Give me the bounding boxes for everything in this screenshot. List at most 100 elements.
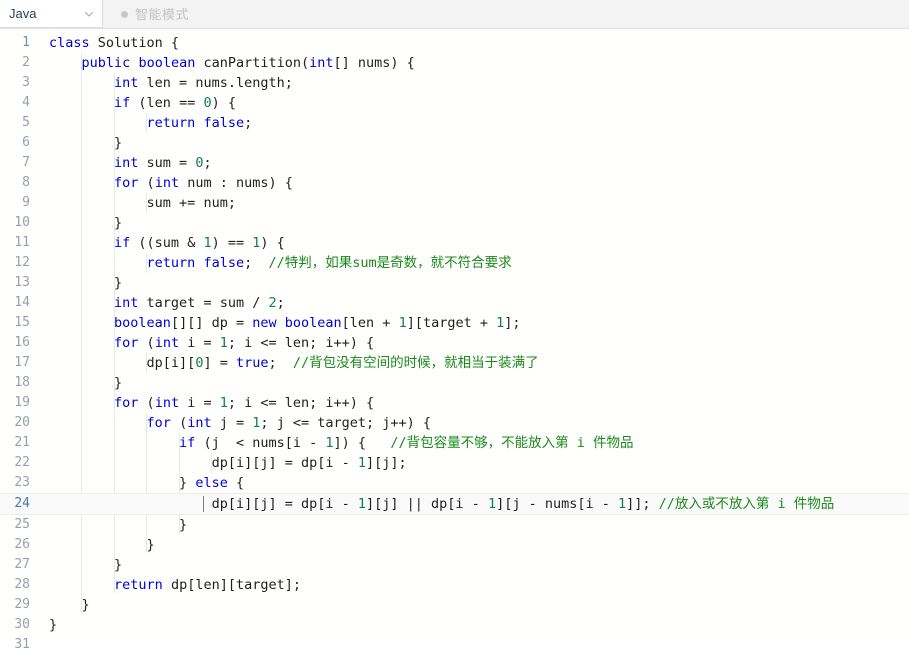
code-line-content[interactable]: dp[i][0] = true; //背包没有空间的时候，就相当于装满了	[40, 353, 909, 373]
code-line[interactable]: 19 for (int i = 1; i <= len; i++) {	[0, 393, 909, 413]
code-token-pl: ((sum &	[130, 235, 204, 251]
code-line-content[interactable]: boolean[][] dp = new boolean[len + 1][ta…	[40, 313, 909, 333]
code-line[interactable]: 14 int target = sum / 2;	[0, 293, 909, 313]
code-line[interactable]: 3 int len = nums.length;	[0, 73, 909, 93]
code-token-kw: return	[114, 577, 163, 593]
code-line-content[interactable]: int sum = 0;	[40, 153, 909, 173]
code-line-content[interactable]: int len = nums.length;	[40, 73, 909, 93]
code-token-kw: true	[235, 355, 269, 371]
code-line-content[interactable]: class Solution {	[40, 33, 909, 53]
code-line[interactable]: 31	[0, 635, 909, 650]
code-line-content[interactable]: for (int i = 1; i <= len; i++) {	[40, 393, 909, 413]
code-line-content[interactable]	[40, 635, 909, 650]
code-line-content[interactable]: }	[40, 273, 909, 293]
code-line[interactable]: 26 }	[0, 535, 909, 555]
language-selector[interactable]: Java	[0, 0, 103, 28]
code-line[interactable]: 24 dp[i][j] = dp[i - 1][j] || dp[i - 1][…	[0, 493, 909, 515]
status-dot-icon	[121, 10, 128, 18]
code-line[interactable]: 18 }	[0, 373, 909, 393]
code-line-content[interactable]: for (int j = 1; j <= target; j++) {	[40, 413, 909, 433]
code-token-pl: i =	[179, 395, 220, 411]
code-line[interactable]: 13 }	[0, 273, 909, 293]
code-line-content[interactable]: for (int num : nums) {	[40, 173, 909, 193]
code-token-pl: sum += num;	[146, 195, 236, 211]
code-line[interactable]: 2 public boolean canPartition(int[] nums…	[0, 53, 909, 73]
code-line-content[interactable]: }	[40, 213, 909, 233]
code-line[interactable]: 12 return false; //特判，如果sum是奇数，就不符合要求	[0, 253, 909, 273]
code-line[interactable]: 22 dp[i][j] = dp[i - 1][j];	[0, 453, 909, 473]
line-number: 23	[14, 475, 30, 490]
code-line-content[interactable]: } else {	[40, 473, 909, 493]
code-line-content[interactable]: if (j < nums[i - 1]) { //背包容量不够，不能放入第 i …	[40, 433, 909, 453]
code-line[interactable]: 6 }	[0, 133, 909, 153]
code-line[interactable]: 16 for (int i = 1; i <= len; i++) {	[0, 333, 909, 353]
code-line[interactable]: 15 boolean[][] dp = new boolean[len + 1]…	[0, 313, 909, 333]
code-line-content[interactable]: if (len == 0) {	[40, 93, 909, 113]
code-line[interactable]: 8 for (int num : nums) {	[0, 173, 909, 193]
code-token-kw: boolean	[114, 315, 171, 331]
code-token-pl: ; i <= len; i++) {	[227, 335, 375, 351]
text-caret	[203, 496, 205, 512]
line-number: 25	[14, 517, 30, 532]
code-line-content[interactable]: }	[40, 555, 909, 575]
code-line[interactable]: 5 return false;	[0, 113, 909, 133]
code-token-cmt: //背包没有空间的时候，就相当于装满了	[292, 355, 539, 371]
code-line[interactable]: 29 }	[0, 595, 909, 615]
line-number: 28	[14, 577, 30, 592]
code-line-content[interactable]: for (int i = 1; i <= len; i++) {	[40, 333, 909, 353]
code-line-content[interactable]: int target = sum / 2;	[40, 293, 909, 313]
code-line[interactable]: 21 if (j < nums[i - 1]) { //背包容量不够，不能放入第…	[0, 433, 909, 453]
code-line[interactable]: 17 dp[i][0] = true; //背包没有空间的时候，就相当于装满了	[0, 353, 909, 373]
code-line-content[interactable]: }	[40, 133, 909, 153]
code-token-cmt: //背包容量不够，不能放入第 i 件物品	[390, 435, 634, 451]
code-line[interactable]: 20 for (int j = 1; j <= target; j++) {	[0, 413, 909, 433]
code-token-kw: return	[146, 255, 196, 271]
code-token-num: 1	[219, 335, 228, 351]
code-line-content[interactable]: }	[40, 535, 909, 555]
code-line[interactable]: 9 sum += num;	[0, 193, 909, 213]
code-line[interactable]: 7 int sum = 0;	[0, 153, 909, 173]
code-line-content[interactable]: return false; //特判，如果sum是奇数，就不符合要求	[40, 253, 909, 273]
code-line-content[interactable]: dp[i][j] = dp[i - 1][j];	[40, 453, 909, 473]
code-token-pl: {	[227, 475, 245, 491]
code-line[interactable]: 4 if (len == 0) {	[0, 93, 909, 113]
code-line[interactable]: 28 return dp[len][target];	[0, 575, 909, 595]
code-line[interactable]: 11 if ((sum & 1) == 1) {	[0, 233, 909, 253]
line-number: 16	[14, 335, 30, 350]
code-token-pl: }	[114, 557, 123, 573]
code-line-content[interactable]: return false;	[40, 113, 909, 133]
code-token-pl: [] nums) {	[333, 55, 415, 71]
code-lines[interactable]: 1 class Solution {2 public boolean canPar…	[0, 29, 909, 650]
code-editor[interactable]: 1 class Solution {2 public boolean canPar…	[0, 29, 909, 650]
code-token-cmt: //放入或不放入第 i 件物品	[658, 496, 835, 512]
code-line-content[interactable]: if ((sum & 1) == 1) {	[40, 233, 909, 253]
code-line[interactable]: 25 }	[0, 515, 909, 535]
code-line-content[interactable]: dp[i][j] = dp[i - 1][j] || dp[i - 1][j -…	[40, 494, 909, 514]
code-line[interactable]: 23 } else {	[0, 473, 909, 493]
code-line[interactable]: 1 class Solution {	[0, 33, 909, 53]
line-number: 15	[14, 315, 30, 330]
code-token-kw: int	[154, 395, 180, 411]
code-line-content[interactable]: }	[40, 615, 909, 635]
code-token-num: 0	[203, 95, 212, 111]
code-line-content[interactable]: sum += num;	[40, 193, 909, 213]
code-line[interactable]: 30}	[0, 615, 909, 635]
code-line-content[interactable]: return dp[len][target];	[40, 575, 909, 595]
code-token-pl: ] =	[203, 355, 236, 371]
code-token-pl: ; j <= target; j++) {	[260, 415, 432, 431]
code-line[interactable]: 10 }	[0, 213, 909, 233]
code-line[interactable]: 27 }	[0, 555, 909, 575]
code-token-pl: sum =	[138, 155, 196, 171]
code-token-num: 1	[325, 435, 334, 451]
code-line-content[interactable]: }	[40, 595, 909, 615]
code-line-content[interactable]: public boolean canPartition(int[] nums) …	[40, 53, 909, 73]
smart-mode-indicator[interactable]: 智能模式	[121, 8, 189, 21]
code-line-content[interactable]: }	[40, 515, 909, 535]
code-line-content[interactable]: }	[40, 373, 909, 393]
